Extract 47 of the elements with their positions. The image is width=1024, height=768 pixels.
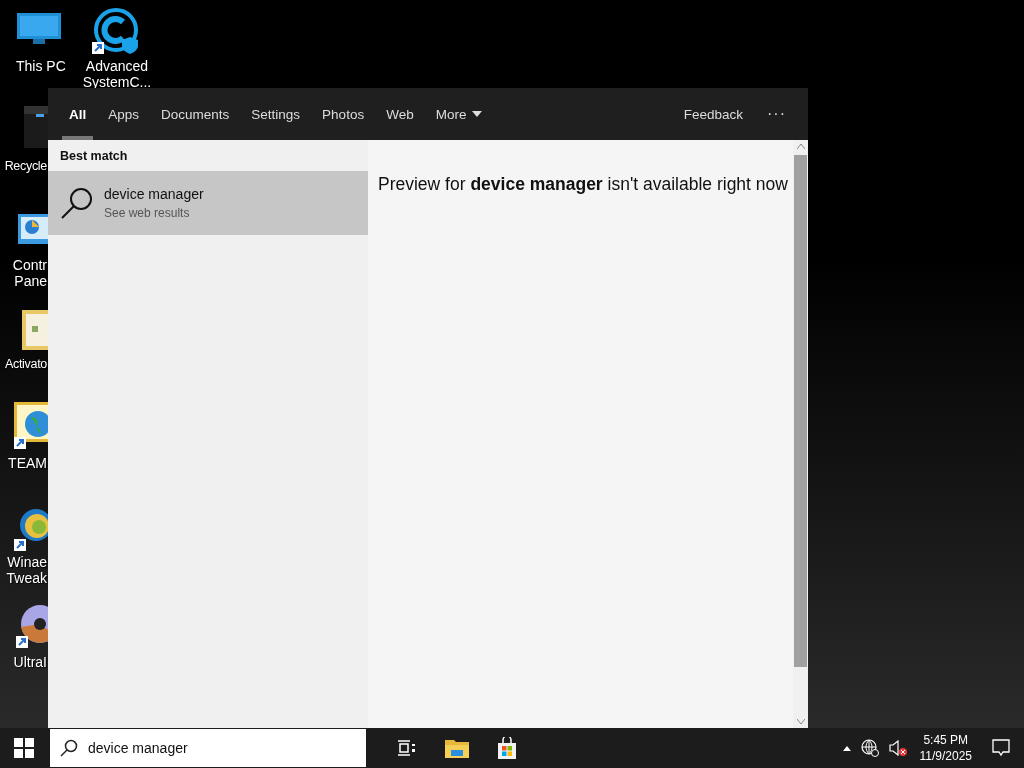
speech-bubble-icon bbox=[992, 739, 1010, 757]
caret-icon bbox=[842, 745, 851, 751]
windows-logo-icon bbox=[14, 738, 34, 758]
preview-message: Preview for device manager isn't available right now bbox=[377, 173, 789, 196]
section-heading: Best match bbox=[59, 148, 129, 165]
desktop-icon-label: UltraI bbox=[13, 654, 47, 670]
caret-icon bbox=[472, 111, 483, 117]
search-result[interactable]: device manager See web results bbox=[48, 171, 368, 235]
folder-icon bbox=[445, 738, 469, 758]
desktop-icon-label: Recycle bbox=[4, 158, 47, 174]
desktop-icon-label: Contr bbox=[12, 257, 47, 273]
scroll-down-icon[interactable] bbox=[796, 719, 805, 724]
shopping-bag-icon bbox=[497, 737, 517, 759]
globe-icon[interactable] bbox=[14, 402, 48, 450]
desktop-icon-label: Tweak bbox=[6, 570, 47, 586]
search-field[interactable]: device manager bbox=[50, 729, 366, 767]
clock[interactable]: 5:45 PM 11/9/2025 bbox=[911, 732, 980, 764]
desktop-icon-label: Activato bbox=[4, 356, 47, 372]
c-logo-icon[interactable] bbox=[92, 8, 140, 56]
scrollbar-thumb[interactable] bbox=[794, 155, 807, 667]
result-title: device manager bbox=[104, 186, 204, 202]
desktop-icon-label: Advanced bbox=[84, 58, 150, 74]
monitor-icon[interactable] bbox=[16, 12, 62, 46]
desktop-icon-label: Winae bbox=[6, 554, 47, 570]
scroll-up-icon[interactable] bbox=[796, 144, 805, 149]
desktop-icon-label: TEAM bbox=[8, 455, 47, 471]
filter-tab[interactable]: Apps bbox=[99, 88, 149, 140]
globe-icon bbox=[860, 739, 879, 757]
feedback-button[interactable]: Feedback bbox=[673, 98, 753, 130]
filter-tab[interactable]: Settings bbox=[242, 88, 310, 140]
desktop-icon-label: Pane bbox=[13, 273, 47, 289]
scrollbar[interactable] bbox=[793, 140, 808, 728]
folder-icon[interactable] bbox=[22, 308, 48, 350]
filter-tab[interactable]: Web bbox=[377, 88, 423, 140]
filter-tab[interactable]: Documents bbox=[152, 88, 239, 140]
filter-tab[interactable]: More bbox=[426, 88, 492, 140]
desktop-icon-label: SystemC... bbox=[81, 74, 153, 90]
filter-tab[interactable]: Photos bbox=[313, 88, 374, 140]
muted-speaker-icon bbox=[888, 740, 907, 756]
search-icon bbox=[60, 739, 78, 757]
control-panel-icon[interactable] bbox=[18, 212, 48, 246]
result-subtitle: See web results bbox=[104, 206, 191, 220]
task-view-icon bbox=[398, 740, 416, 756]
search-icon bbox=[60, 186, 94, 220]
filter-tab[interactable]: All bbox=[60, 88, 96, 140]
desktop-icon-label: This PC bbox=[16, 58, 66, 74]
more-options-button[interactable]: ··· bbox=[757, 101, 796, 127]
